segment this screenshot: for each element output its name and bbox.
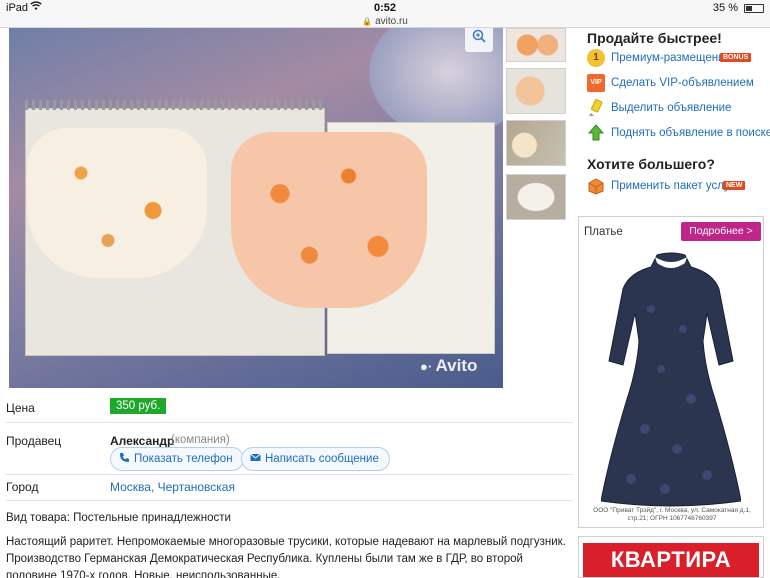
make-vip-label: Сделать VIP-объявлением xyxy=(611,77,754,89)
medal-icon: 1 xyxy=(587,49,605,67)
arrow-up-icon xyxy=(587,124,605,142)
seller-label: Продавец xyxy=(6,434,62,448)
show-phone-label: Показать телефон xyxy=(134,453,233,465)
photo-thumbnail[interactable] xyxy=(506,28,566,62)
premium-placement-label: Премиум-размещение xyxy=(611,52,731,64)
battery-icon xyxy=(744,4,764,13)
address-bar[interactable]: 🔒 avito.ru xyxy=(0,16,770,28)
avito-watermark: ●∙ Avito xyxy=(420,356,477,376)
show-phone-button[interactable]: Показать телефон xyxy=(110,447,244,471)
write-message-label: Написать сообщение xyxy=(265,453,379,465)
apartment-ad[interactable]: КВАРТИРА xyxy=(578,536,764,578)
price-label: Цена xyxy=(6,401,35,415)
promo-title: Продайте быстрее! xyxy=(587,30,722,46)
more-title: Хотите большего? xyxy=(587,156,715,172)
photo-thumbnail[interactable] xyxy=(506,174,566,220)
clock: 0:52 xyxy=(373,2,397,14)
highlighter-icon xyxy=(587,99,605,117)
city-label: Город xyxy=(6,480,39,494)
seller-type: (компания) xyxy=(171,434,230,446)
ad-legal-text: ООО "Приват Трэйд", г. Москва, ул. Самок… xyxy=(593,507,751,522)
phone-icon xyxy=(119,449,130,462)
item-description: Настоящий раритет. Непромокаемые многора… xyxy=(6,536,566,578)
ad-more-button[interactable]: Подробнее > xyxy=(681,222,761,241)
bonus-badge: BONUS xyxy=(720,53,752,62)
photo-thumbnail[interactable] xyxy=(506,120,566,166)
new-badge: NEW xyxy=(723,181,746,190)
briefs-orange xyxy=(231,132,427,308)
apply-package-label: Применить пакет услуг xyxy=(611,180,734,192)
photo-thumbnail[interactable] xyxy=(506,68,566,114)
city-link[interactable]: Москва, Чертановская xyxy=(110,480,235,494)
briefs-white xyxy=(27,128,207,278)
dress-image xyxy=(601,252,741,507)
ad-title: Платье xyxy=(584,226,623,238)
url-text: avito.ru xyxy=(375,16,408,27)
divider xyxy=(6,422,573,423)
vip-icon: VIP xyxy=(587,74,605,92)
raise-ad-label: Поднять объявление в поиске xyxy=(611,127,770,139)
zoom-icon[interactable] xyxy=(465,28,493,52)
price-value: 350 руб. xyxy=(110,398,167,414)
goods-type: Вид товара: Постельные принадлежности xyxy=(6,512,231,524)
package-icon xyxy=(587,177,605,195)
main-photo[interactable] xyxy=(9,28,503,388)
watermark-text: Avito xyxy=(435,356,478,375)
lock-icon: 🔒 xyxy=(362,17,373,26)
divider xyxy=(6,474,573,475)
avito-logo-icon: ●∙ xyxy=(420,359,432,374)
highlight-ad-label: Выделить объявление xyxy=(611,102,732,114)
apartment-ad-text: КВАРТИРА xyxy=(583,543,759,577)
divider xyxy=(6,500,573,501)
battery-percent: 35 % xyxy=(712,2,738,14)
notebook-spiral xyxy=(25,100,325,110)
seller-name: Александр xyxy=(110,434,175,448)
envelope-icon xyxy=(250,449,261,461)
dress-ad[interactable]: Платье Подробнее > ООО "Приват Трэйд", г… xyxy=(578,216,764,528)
status-bar: iPad 0:52 35 % xyxy=(0,0,770,16)
write-message-button[interactable]: Написать сообщение xyxy=(241,447,390,471)
